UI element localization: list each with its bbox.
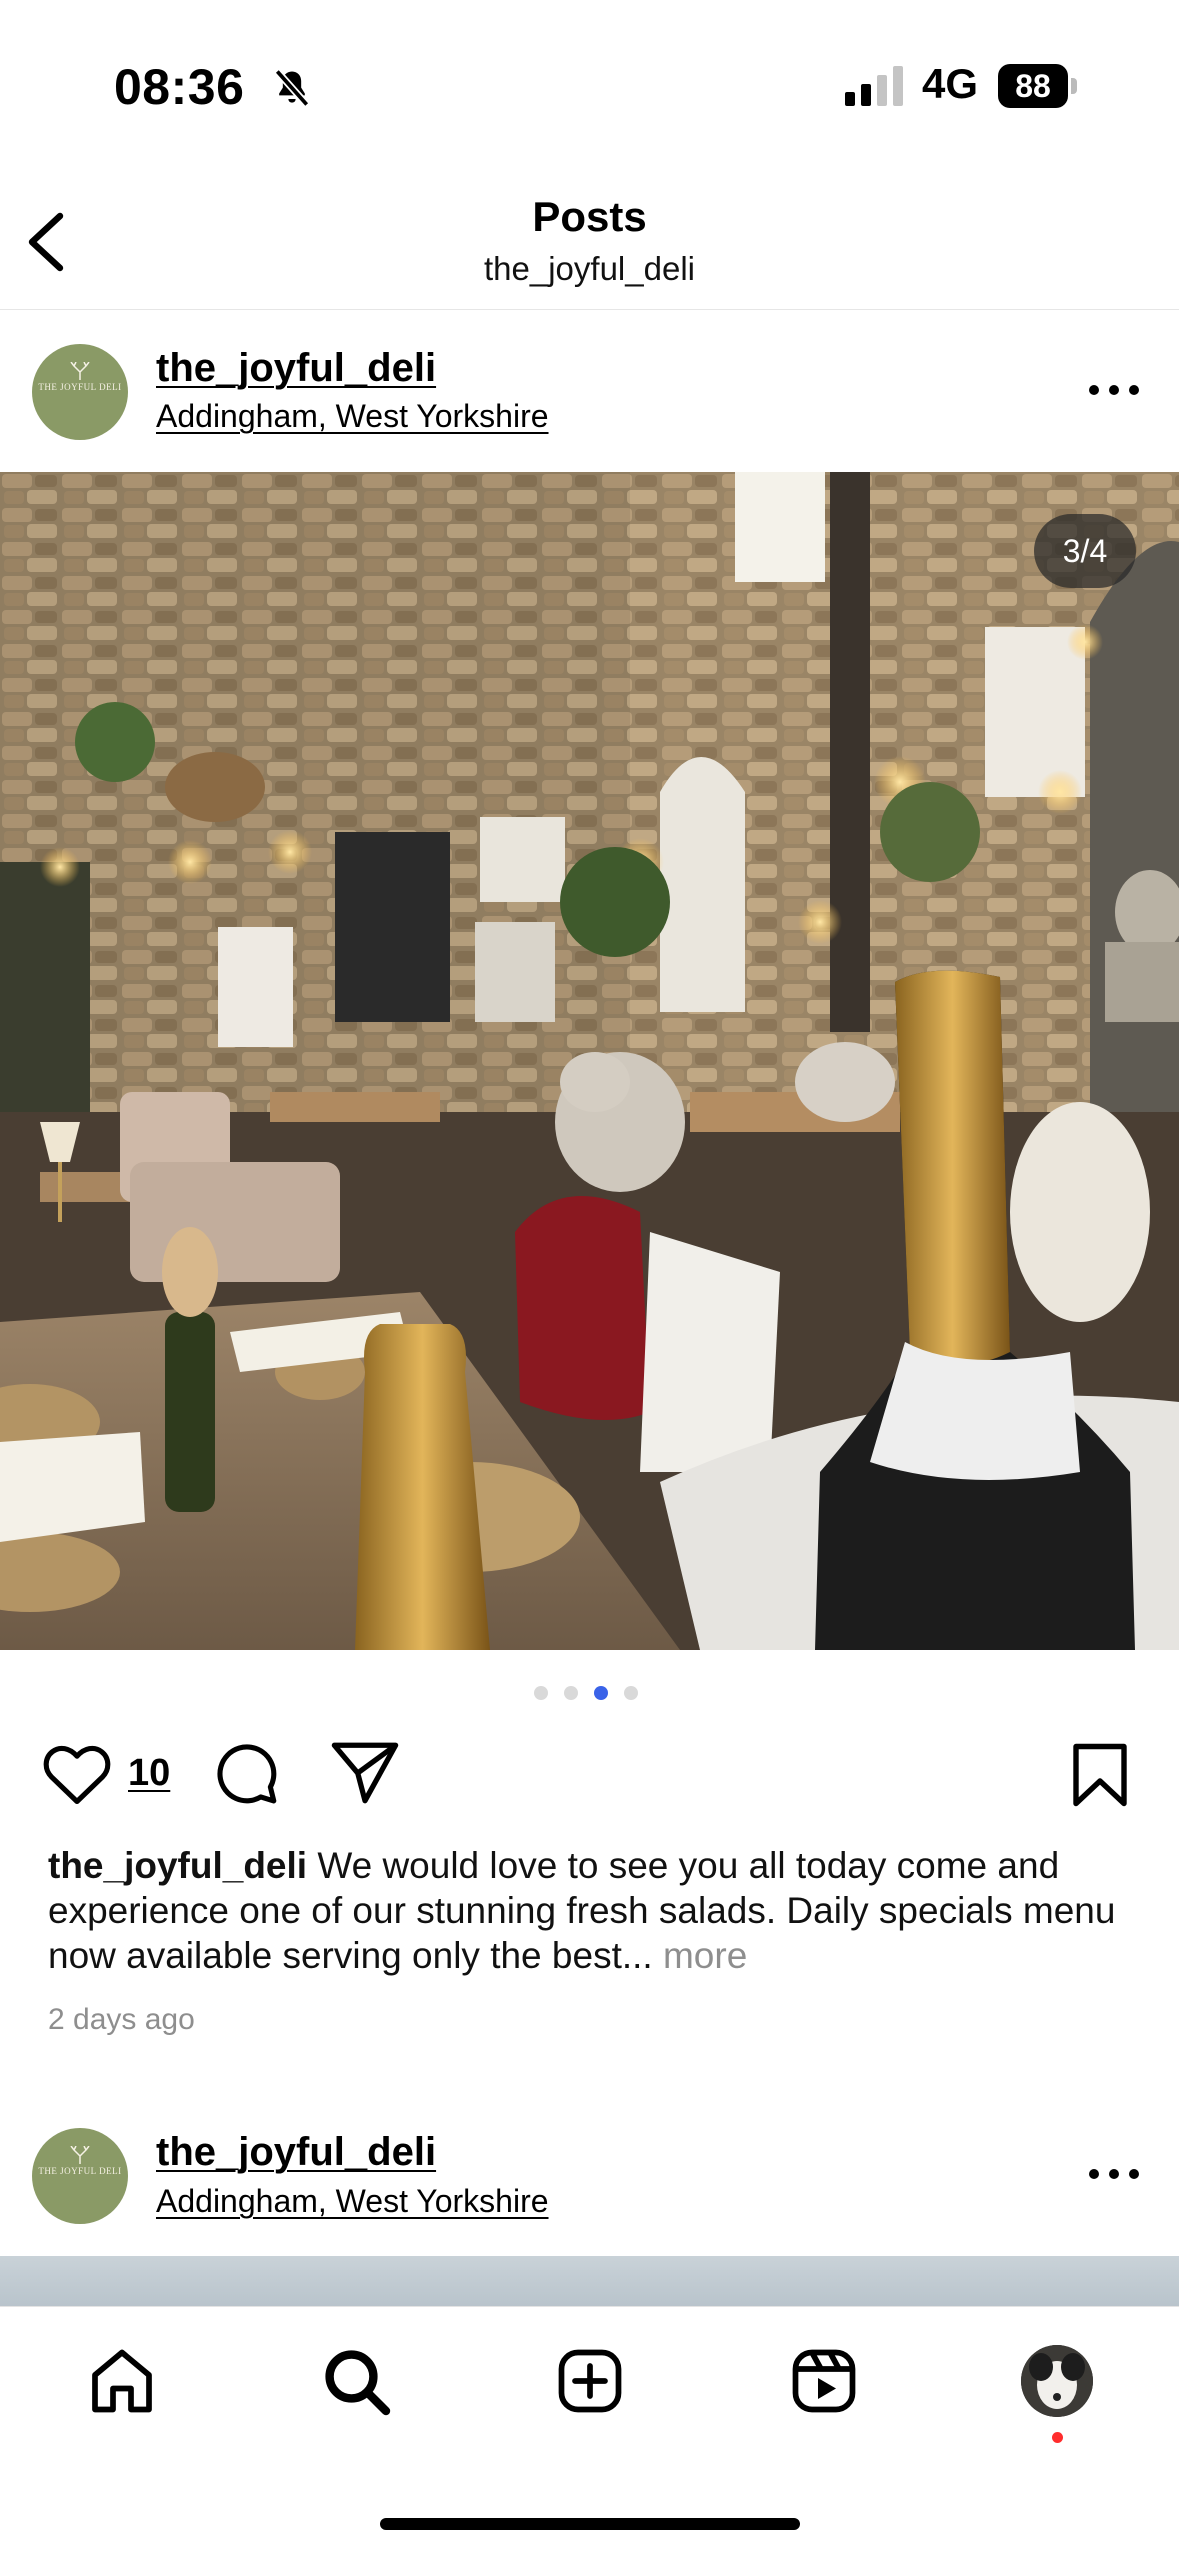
post-username[interactable]: the_joyful_deli — [156, 346, 436, 391]
caption-username[interactable]: the_joyful_deli — [48, 1845, 307, 1886]
page-title: Posts — [532, 193, 647, 240]
heart-like-icon[interactable] — [40, 1740, 114, 1806]
avatar-logo-text: THE JOYFUL DELI — [38, 382, 122, 392]
network-type: 4G — [922, 60, 979, 107]
more-options-icon[interactable] — [1084, 2164, 1144, 2184]
profile-avatar[interactable] — [1021, 2345, 1093, 2417]
like-count[interactable]: 10 — [128, 1752, 170, 1795]
reels-icon[interactable] — [788, 2345, 860, 2417]
post-caption: the_joyful_deli We would love to see you… — [48, 1843, 1138, 1978]
bookmark-icon[interactable] — [1070, 1742, 1130, 1808]
post-username[interactable]: the_joyful_deli — [156, 2130, 436, 2175]
antler-logo-icon — [70, 362, 90, 380]
carousel-dot — [624, 1686, 638, 1700]
home-indicator[interactable] — [380, 2518, 800, 2530]
battery-cap — [1071, 78, 1077, 94]
post-timestamp: 2 days ago — [48, 2003, 195, 2036]
restaurant-interior-illustration — [0, 472, 1179, 1650]
carousel-dot — [564, 1686, 578, 1700]
post-location[interactable]: Addingham, West Yorkshire — [156, 398, 549, 435]
share-send-icon[interactable] — [330, 1740, 400, 1806]
antler-logo-icon — [70, 2146, 90, 2164]
notification-dot — [1052, 2432, 1063, 2443]
status-time: 08:36 — [114, 59, 245, 115]
home-icon[interactable] — [86, 2345, 158, 2417]
post-avatar[interactable]: THE JOYFUL DELI — [32, 2128, 128, 2224]
post-photo[interactable] — [0, 472, 1179, 1650]
header-divider — [0, 309, 1179, 310]
next-post-photo[interactable] — [0, 2256, 1179, 2306]
page-subtitle: the_joyful_deli — [484, 250, 695, 287]
battery-level: 88 — [998, 64, 1068, 108]
bell-slash-icon — [274, 69, 310, 107]
post-avatar[interactable]: THE JOYFUL DELI — [32, 344, 128, 440]
image-counter: 3/4 — [1034, 514, 1136, 588]
post-location[interactable]: Addingham, West Yorkshire — [156, 2183, 549, 2220]
carousel-dot — [534, 1686, 548, 1700]
comment-icon[interactable] — [212, 1740, 280, 1808]
more-options-icon[interactable] — [1084, 380, 1144, 400]
dog-avatar-icon — [1021, 2345, 1093, 2417]
carousel-dot-active — [594, 1686, 608, 1700]
caption-more-link[interactable]: more — [663, 1935, 747, 1976]
battery-indicator: 88 — [998, 64, 1078, 108]
search-icon[interactable] — [320, 2345, 392, 2417]
cellular-signal-icon — [845, 66, 903, 106]
avatar-logo-text: THE JOYFUL DELI — [38, 2166, 122, 2176]
create-post-icon[interactable] — [554, 2345, 626, 2417]
